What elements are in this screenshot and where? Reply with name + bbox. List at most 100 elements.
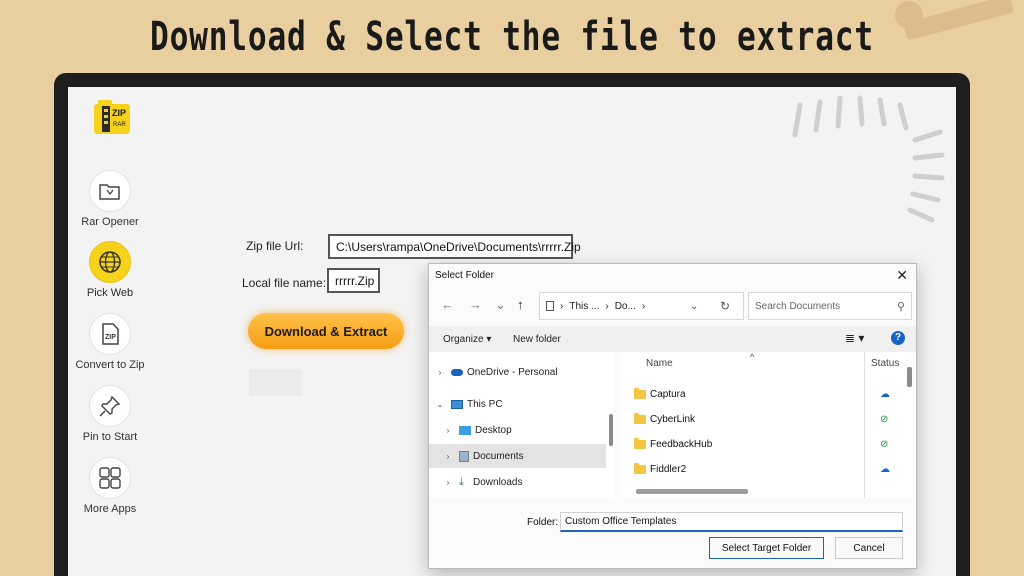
sidebar-item-label: Rar Opener <box>81 216 139 228</box>
wrench-decoration <box>895 0 1014 40</box>
sidebar-item-rar-opener[interactable]: Rar Opener <box>70 170 150 228</box>
globe-icon <box>99 251 121 273</box>
sidebar-item-more-apps[interactable]: More Apps <box>70 457 150 515</box>
column-header-status[interactable]: Status <box>871 358 899 369</box>
download-extract-button[interactable]: Download & Extract <box>248 313 404 349</box>
search-placeholder: Search Documents <box>755 300 841 312</box>
list-item[interactable]: Captura ☁ <box>634 383 904 405</box>
tree-item-documents[interactable]: › Documents <box>429 444 606 468</box>
nav-circle <box>89 241 131 283</box>
tree-item-onedrive[interactable]: › OneDrive - Personal <box>429 360 606 384</box>
breadcrumb-separator: › <box>560 300 564 312</box>
folder-icon <box>634 412 646 424</box>
tree-item-this-pc[interactable]: ⌄ This PC <box>429 392 606 416</box>
list-item[interactable]: FeedbackHub ⊘ <box>634 433 904 455</box>
folder-icon <box>634 387 646 399</box>
folder-label: Folder: <box>527 517 559 528</box>
chevron-right-icon[interactable]: › <box>435 368 445 377</box>
tree-item-label: Desktop <box>475 424 512 436</box>
dialog-title: Select Folder <box>435 270 494 281</box>
help-icon[interactable]: ? <box>891 331 905 345</box>
zip-file-icon: ZIP <box>102 323 119 345</box>
file-name: Captura <box>650 388 686 400</box>
tree-scrollbar[interactable] <box>609 414 613 446</box>
up-arrow-icon[interactable]: ↑ <box>517 297 524 312</box>
organize-menu[interactable]: Organize ▾ <box>443 334 491 345</box>
file-name: FeedbackHub <box>650 438 713 450</box>
cloud-status-icon: ☁ <box>880 388 890 400</box>
list-item[interactable]: CyberLink ⊘ <box>634 408 904 430</box>
tree-item-desktop[interactable]: › Desktop <box>429 418 606 442</box>
list-item[interactable]: Fiddler2 ☁ <box>634 458 904 480</box>
breadcrumb-this-pc[interactable]: This ... <box>569 301 599 312</box>
file-list: Name ^ Status Captura ☁ CyberLink ⊘ Feed… <box>620 352 912 498</box>
sidebar-item-label: More Apps <box>83 503 137 515</box>
nav-circle <box>89 170 131 212</box>
view-options-icon[interactable]: ≣ ▾ <box>845 331 864 345</box>
close-icon[interactable]: ✕ <box>896 267 908 284</box>
monitor-icon <box>451 399 463 409</box>
sidebar-item-pick-web[interactable]: Pick Web <box>70 241 150 299</box>
tree-item-label: Downloads <box>473 476 523 488</box>
sidebar-item-pin-to-start[interactable]: Pin to Start <box>70 385 150 443</box>
tree-item-label: OneDrive - Personal <box>467 366 558 378</box>
synced-status-icon: ⊘ <box>880 438 889 450</box>
search-input[interactable]: Search Documents ⚲ <box>748 292 912 320</box>
grid-icon <box>99 467 121 489</box>
select-target-folder-button[interactable]: Select Target Folder <box>709 537 824 559</box>
back-arrow-icon[interactable]: ← <box>441 297 454 312</box>
tree-item-label: This PC <box>467 398 503 410</box>
select-folder-dialog: Select Folder ✕ ← → ⌄ ↑ › This ... › Do.… <box>428 263 917 569</box>
desktop-icon <box>459 425 471 435</box>
pin-icon <box>99 395 121 417</box>
local-file-name-label: Local file name: <box>242 276 327 290</box>
refresh-icon[interactable]: ↻ <box>720 299 730 313</box>
cloud-icon <box>451 368 463 376</box>
chevron-down-icon[interactable]: ⌄ <box>495 297 506 313</box>
document-icon <box>459 450 469 462</box>
breadcrumb-separator: › <box>605 300 609 312</box>
column-header-name[interactable]: Name <box>646 358 673 369</box>
blank-placeholder <box>249 369 301 396</box>
sunburst-decoration <box>792 95 945 223</box>
document-icon <box>546 301 554 311</box>
chevron-right-icon[interactable]: › <box>443 426 453 435</box>
folder-open-icon <box>99 184 120 200</box>
nav-circle: ZIP <box>89 313 131 355</box>
svg-text:ZIP: ZIP <box>105 334 116 341</box>
cancel-button[interactable]: Cancel <box>835 537 903 559</box>
breadcrumb-documents[interactable]: Do... <box>615 301 636 312</box>
file-name: CyberLink <box>650 413 696 425</box>
logo-text-zip: ZIP <box>112 108 126 118</box>
zip-url-input[interactable]: C:\Users\rampa\OneDrive\Documents\rrrrr.… <box>328 234 581 259</box>
file-name: Fiddler2 <box>650 463 687 475</box>
sidebar-item-label: Convert to Zip <box>75 359 145 371</box>
chevron-right-icon[interactable]: › <box>443 478 453 487</box>
command-bar: Organize ▾ New folder ≣ ▾ ? <box>429 326 916 352</box>
headline: Download & Select the file to extract <box>150 14 874 60</box>
local-file-name-input[interactable]: rrrrr.Zip <box>327 268 380 293</box>
address-bar[interactable]: › This ... › Do... › ⌄ ↻ <box>539 292 744 320</box>
zip-rar-logo: ZIP RAR <box>94 100 130 134</box>
horizontal-scrollbar[interactable] <box>636 489 748 494</box>
breadcrumb-separator: › <box>641 300 646 312</box>
list-scrollbar[interactable] <box>907 367 912 387</box>
chevron-right-icon[interactable]: › <box>443 452 453 461</box>
sidebar-item-label: Pin to Start <box>82 431 138 443</box>
sidebar-item-label: Pick Web <box>86 287 134 299</box>
download-icon: ⤓ <box>459 475 464 488</box>
new-folder-button[interactable]: New folder <box>513 334 561 345</box>
folder-icon <box>634 437 646 449</box>
folder-input[interactable]: Custom Office Templates <box>560 512 903 532</box>
cloud-status-icon: ☁ <box>880 463 890 475</box>
sidebar-item-convert-to-zip[interactable]: ZIP Convert to Zip <box>70 313 150 371</box>
zip-url-label: Zip file Url: <box>246 239 304 253</box>
search-icon: ⚲ <box>896 300 905 313</box>
forward-arrow-icon[interactable]: → <box>469 297 482 312</box>
tree-item-downloads[interactable]: › ⤓ Downloads <box>429 470 606 494</box>
chevron-down-icon[interactable]: ⌄ <box>435 400 445 409</box>
navigation-tree: › OneDrive - Personal ⌄ This PC › Deskto… <box>429 352 614 498</box>
sort-up-icon: ^ <box>750 352 755 362</box>
chevron-down-icon[interactable]: ⌄ <box>690 301 698 312</box>
logo-text-rar: RAR <box>113 122 126 128</box>
